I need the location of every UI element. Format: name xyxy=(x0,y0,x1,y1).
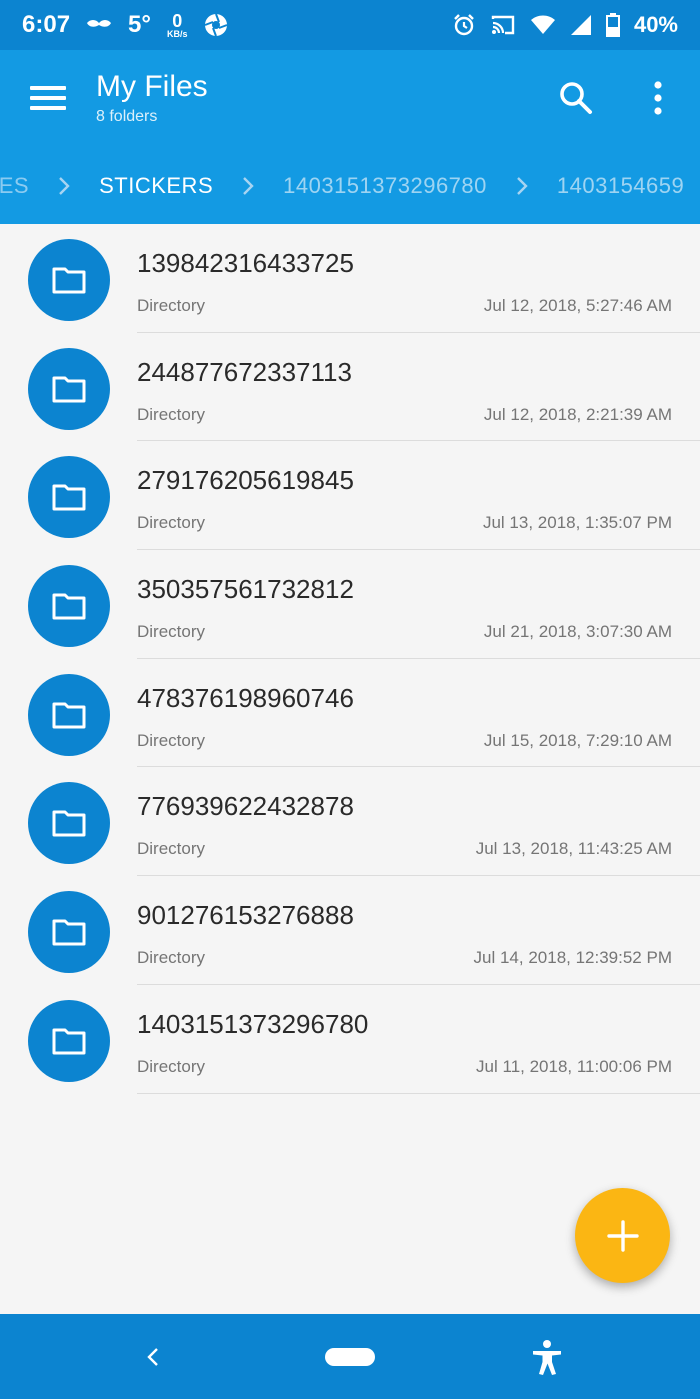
back-button[interactable] xyxy=(138,1340,168,1374)
file-name: 901276153276888 xyxy=(137,900,354,931)
cast-icon xyxy=(490,14,516,36)
folder-count: 8 folders xyxy=(96,108,158,125)
status-time: 6:07 xyxy=(22,11,71,38)
file-date: Jul 13, 2018, 1:35:07 PM xyxy=(482,513,672,533)
home-button[interactable] xyxy=(325,1348,375,1366)
folder-icon xyxy=(52,376,86,403)
file-name: 279176205619845 xyxy=(137,465,354,496)
title-block: My Files 8 folders xyxy=(96,70,208,126)
folder-avatar xyxy=(28,673,110,756)
mustache-icon xyxy=(86,19,112,31)
folder-icon xyxy=(52,919,86,946)
list-item[interactable]: 139842316433725 Directory Jul 12, 2018, … xyxy=(0,224,700,333)
file-name: 244877672337113 xyxy=(137,356,352,387)
folder-icon xyxy=(52,810,86,837)
file-date: Jul 15, 2018, 7:29:10 AM xyxy=(483,730,672,750)
file-type: Directory xyxy=(137,622,206,642)
file-date: Jul 12, 2018, 2:21:39 AM xyxy=(483,404,672,424)
folder-icon xyxy=(52,593,86,620)
list-item[interactable]: 1403151373296780 Directory Jul 11, 2018,… xyxy=(0,985,700,1094)
list-item[interactable]: 279176205619845 Directory Jul 13, 2018, … xyxy=(0,441,700,551)
list-item[interactable]: 244877672337113 Directory Jul 12, 2018, … xyxy=(0,333,700,442)
list-item[interactable]: 478376198960746 Directory Jul 15, 2018, … xyxy=(0,659,700,768)
list-item[interactable]: 776939622432878 Directory Jul 13, 2018, … xyxy=(0,767,700,877)
network-speed: 0 KB/s xyxy=(167,12,188,39)
battery-icon xyxy=(605,13,620,37)
list-item[interactable]: 350357561732812 Directory Jul 21, 2018, … xyxy=(0,550,700,659)
folder-avatar xyxy=(28,999,110,1082)
network-speed-unit: KB/s xyxy=(167,28,188,39)
accessibility-icon xyxy=(533,1340,561,1375)
plus-icon xyxy=(606,1219,639,1252)
file-name: 776939622432878 xyxy=(137,791,354,822)
back-icon xyxy=(147,1348,158,1366)
status-bar: 6:07 5° 0 KB/s 40% xyxy=(0,0,700,50)
file-type: Directory xyxy=(137,404,206,424)
battery-percent: 40% xyxy=(633,12,678,37)
folder-icon xyxy=(52,484,86,511)
breadcrumb-item[interactable]: 1403154659 xyxy=(553,173,688,199)
chevron-right-icon xyxy=(33,148,95,224)
folder-avatar xyxy=(28,239,110,321)
divider xyxy=(137,1092,700,1094)
search-button[interactable] xyxy=(556,78,596,118)
page-title: My Files xyxy=(96,70,208,103)
breadcrumb: LES STICKERS 1403151373296780 1403154659 xyxy=(0,148,700,224)
file-date: Jul 11, 2018, 11:00:06 PM xyxy=(476,1056,672,1076)
navigation-bar xyxy=(0,1314,700,1399)
breadcrumb-item[interactable]: 1403151373296780 xyxy=(279,173,491,199)
aperture-icon xyxy=(204,13,228,37)
folder-icon xyxy=(52,702,86,729)
file-type: Directory xyxy=(137,948,206,968)
file-type: Directory xyxy=(137,1056,206,1076)
chevron-right-icon xyxy=(491,148,553,224)
folder-icon xyxy=(52,1028,86,1055)
file-type: Directory xyxy=(137,296,206,315)
chevron-right-icon xyxy=(217,148,279,224)
folder-avatar xyxy=(28,565,110,648)
signal-icon xyxy=(570,14,592,36)
file-name: 478376198960746 xyxy=(137,682,354,713)
menu-icon-bar xyxy=(30,106,66,110)
file-date: Jul 21, 2018, 3:07:30 AM xyxy=(483,622,672,642)
file-date: Jul 14, 2018, 12:39:52 PM xyxy=(473,948,672,968)
add-button[interactable] xyxy=(575,1188,670,1283)
wifi-icon xyxy=(530,15,556,35)
status-temperature: 5° xyxy=(128,11,151,38)
file-type: Directory xyxy=(137,839,206,859)
file-name: 350357561732812 xyxy=(137,574,354,605)
search-icon xyxy=(560,82,592,114)
app-bar: My Files 8 folders xyxy=(0,50,700,148)
folder-avatar xyxy=(28,782,110,865)
breadcrumb-item-active[interactable]: STICKERS xyxy=(95,173,217,199)
file-name: 1403151373296780 xyxy=(137,1008,369,1039)
menu-icon-bar xyxy=(30,96,66,100)
file-name: 139842316433725 xyxy=(137,248,354,278)
menu-icon-bar xyxy=(30,86,66,90)
network-speed-value: 0 xyxy=(172,10,183,31)
menu-button[interactable] xyxy=(28,80,68,116)
folder-avatar xyxy=(28,891,110,974)
more-vertical-icon xyxy=(654,81,662,115)
file-type: Directory xyxy=(137,730,206,750)
list-item[interactable]: 901276153276888 Directory Jul 14, 2018, … xyxy=(0,876,700,985)
breadcrumb-item[interactable]: LES xyxy=(0,173,33,199)
file-list: 139842316433725 Directory Jul 12, 2018, … xyxy=(0,224,700,1094)
folder-avatar xyxy=(28,347,110,430)
alarm-icon xyxy=(452,13,476,37)
file-date: Jul 13, 2018, 11:43:25 AM xyxy=(475,839,672,859)
file-date: Jul 12, 2018, 5:27:46 AM xyxy=(483,296,672,315)
folder-icon xyxy=(52,267,86,294)
file-type: Directory xyxy=(137,513,206,533)
more-options-button[interactable] xyxy=(640,76,676,120)
accessibility-button[interactable] xyxy=(528,1338,566,1376)
folder-avatar xyxy=(28,456,110,539)
